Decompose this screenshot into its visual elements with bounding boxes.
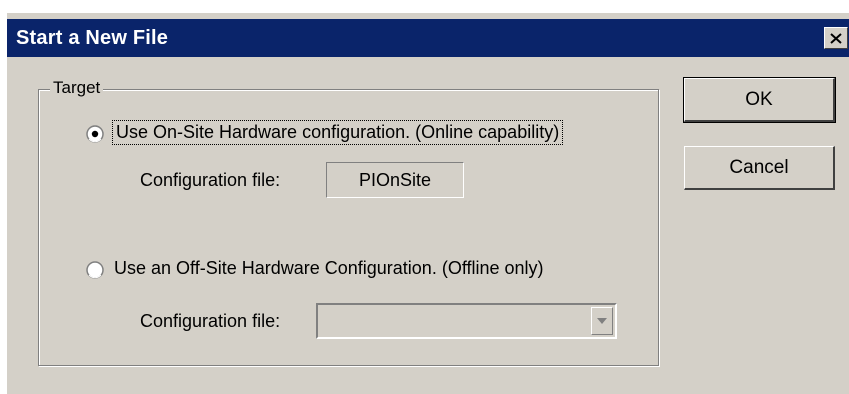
close-button[interactable] bbox=[824, 27, 848, 49]
ok-button[interactable]: OK bbox=[683, 77, 836, 123]
close-x-icon bbox=[830, 32, 842, 44]
cancel-button[interactable]: Cancel bbox=[684, 146, 835, 190]
offsite-config-file-dropdown[interactable] bbox=[316, 303, 617, 339]
dropdown-arrow-button[interactable] bbox=[591, 307, 613, 335]
offsite-config-file-label: Configuration file: bbox=[140, 311, 281, 331]
dialog-title: Start a New File bbox=[16, 27, 169, 49]
onsite-config-file-text: PIOnSite bbox=[358, 169, 432, 190]
onsite-config-file-label: Configuration file: bbox=[140, 170, 281, 190]
target-group-label: Target bbox=[50, 78, 104, 98]
onsite-config-file-value: PIOnSite bbox=[326, 162, 464, 198]
title-bar: Start a New File bbox=[7, 19, 849, 57]
offsite-radio-button[interactable] bbox=[86, 261, 104, 279]
radio-selected-icon bbox=[86, 125, 104, 143]
offsite-radio-label[interactable]: Use an Off-Site Hardware Configuration. … bbox=[114, 258, 544, 279]
radio-unselected-icon bbox=[86, 261, 104, 279]
start-new-file-dialog: Start a New File Target Use On-Site Hard… bbox=[6, 12, 849, 394]
onsite-radio-button[interactable] bbox=[86, 125, 104, 143]
chevron-down-icon bbox=[597, 318, 607, 324]
onsite-radio-label[interactable]: Use On-Site Hardware configuration. (Onl… bbox=[111, 120, 564, 145]
